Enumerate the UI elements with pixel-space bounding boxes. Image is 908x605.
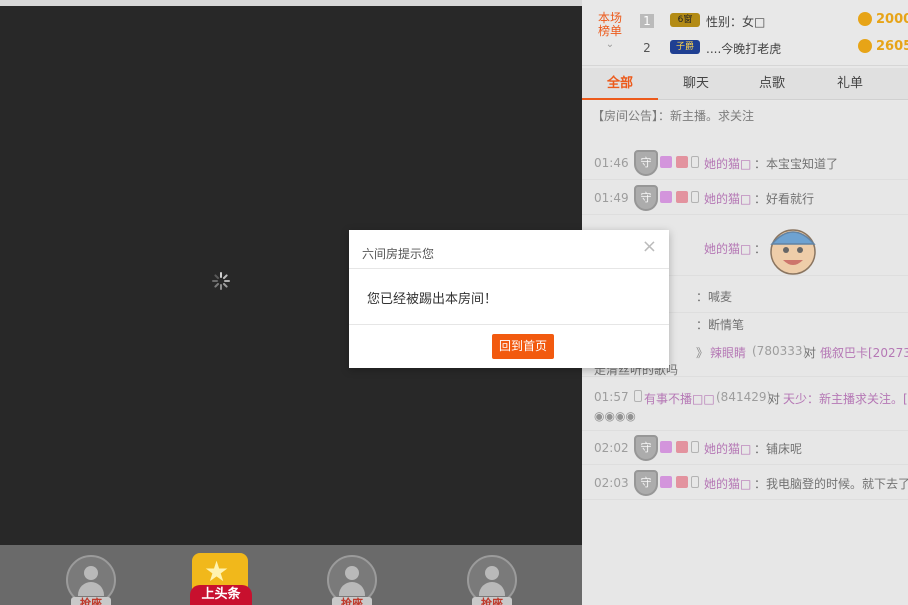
chat-tabs: 全部 聊天 点歌 礼单: [582, 68, 908, 100]
rank-number: 2: [643, 41, 651, 55]
tab-all[interactable]: 全部: [582, 68, 658, 100]
coin-icon: [858, 39, 872, 53]
rank-value: 2605: [876, 39, 908, 54]
ranking-board: 本场 榜单 ⌄ 1 6窗 性别：女□ 2000 2 子爵 ....今晚打老虎 2…: [582, 6, 908, 66]
rank-value: 2000: [876, 12, 908, 27]
divider: [349, 324, 669, 325]
tab-chat[interactable]: 聊天: [658, 68, 734, 100]
back-to-home-button[interactable]: 回到首页: [492, 334, 554, 359]
ranking-row[interactable]: 1 6窗 性别：女□ 2000: [640, 9, 908, 35]
chevron-down-icon: ⌄: [605, 39, 615, 50]
rank-user-name: ....今晚打老虎: [706, 42, 782, 56]
seat-2[interactable]: 抢座: [327, 553, 377, 605]
rank-number: 1: [640, 14, 654, 28]
seat-bar: 抢座 抢座 抢座: [0, 545, 582, 605]
avatar-head-icon: [84, 566, 98, 580]
star-icon: ★: [204, 555, 230, 588]
seat-3[interactable]: 抢座: [467, 553, 517, 605]
headline-button[interactable]: ★ 上头条: [190, 553, 252, 605]
avatar-head-icon: [345, 566, 359, 580]
dialog-title: 六间房提示您: [362, 247, 435, 261]
ranking-tab-line2: 榜单: [597, 24, 622, 38]
grab-seat-button[interactable]: 抢座: [71, 597, 111, 605]
grab-seat-button[interactable]: 抢座: [472, 597, 512, 605]
ranking-row[interactable]: 2 子爵 ....今晚打老虎 2605: [640, 36, 908, 62]
tab-song[interactable]: 点歌: [734, 68, 810, 100]
kicked-dialog: 六间房提示您 × 您已经被踢出本房间！ 回到首页: [349, 230, 669, 368]
close-icon[interactable]: ×: [642, 236, 657, 257]
rank-user-name: 性别：女□: [706, 15, 766, 29]
ranking-tab[interactable]: 本场 榜单 ⌄: [590, 12, 630, 51]
divider: [349, 268, 669, 269]
grab-seat-button[interactable]: 抢座: [332, 597, 372, 605]
seat-1[interactable]: 抢座: [66, 553, 116, 605]
level-badge-icon: 子爵: [670, 40, 700, 54]
tab-gifts[interactable]: 礼单: [812, 68, 888, 100]
loading-spinner-icon: [212, 272, 230, 290]
coin-icon: [858, 12, 872, 26]
avatar-head-icon: [485, 566, 499, 580]
headline-label: 上头条: [190, 585, 252, 605]
level-badge-icon: 6窗: [670, 13, 700, 27]
dialog-message: 您已经被踢出本房间！: [367, 292, 498, 307]
